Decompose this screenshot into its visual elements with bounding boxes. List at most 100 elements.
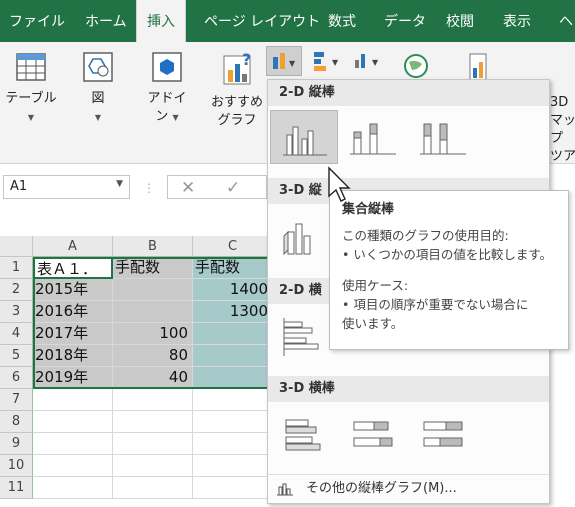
column-header-b[interactable]: B: [113, 236, 193, 257]
table-label: テーブル: [5, 91, 57, 106]
tab-page-layout[interactable]: ページ レイアウト: [204, 0, 320, 42]
name-box-value: A1: [10, 179, 28, 194]
hierarchy-chart-button[interactable]: ▼: [310, 46, 346, 76]
row-header-7[interactable]: 7: [0, 389, 33, 411]
enter-icon[interactable]: ✓: [226, 178, 240, 198]
cell-a6[interactable]: 2019年: [33, 367, 113, 389]
cell-a4[interactable]: 2017年: [33, 323, 113, 345]
3d-column-icon: [283, 223, 311, 256]
addin-store-icon: [152, 52, 182, 82]
tab-formulas[interactable]: 数式: [328, 0, 356, 42]
figure-button[interactable]: 図 ▼: [78, 50, 118, 127]
name-box[interactable]: A1 ▼: [3, 175, 130, 199]
cell-a1[interactable]: 表Ａ１．: [33, 257, 113, 279]
more-column-charts-label: その他の縦棒グラフ(M)...: [306, 481, 457, 496]
cell-c3[interactable]: 1300: [193, 301, 273, 323]
formula-bar-grip[interactable]: ⋮: [143, 181, 156, 195]
cell-a5[interactable]: 2018年: [33, 345, 113, 367]
tab-review[interactable]: 校閲: [446, 0, 474, 42]
svg-text:▼: ▼: [332, 58, 339, 67]
svg-text:▼: ▼: [289, 59, 296, 68]
row-header-3[interactable]: 3: [0, 301, 33, 323]
empty-cells-grid[interactable]: [33, 389, 267, 499]
3d-map-label-1: 3D: [550, 95, 569, 110]
chevron-down-icon[interactable]: ▼: [116, 179, 123, 189]
recommended-charts-button[interactable]: ? おすすめ グラフ: [207, 50, 267, 130]
row-header-5[interactable]: 5: [0, 345, 33, 367]
cell-c6[interactable]: [193, 367, 273, 389]
section-3d-bar: 3-D 横棒: [268, 376, 549, 402]
tooltip-purpose-heading: この種類のグラフの使用目的:: [342, 228, 509, 243]
column-chart-small-icon: [277, 483, 293, 496]
100-stacked-column-icon: [420, 123, 466, 155]
row-header-6[interactable]: 6: [0, 367, 33, 389]
row-header-11[interactable]: 11: [0, 477, 33, 499]
tab-insert[interactable]: 挿入: [136, 0, 186, 42]
cancel-icon[interactable]: ✕: [181, 178, 195, 198]
cell-b4[interactable]: 100: [113, 323, 193, 345]
addins-button[interactable]: アドイ ン ▼: [142, 50, 192, 127]
ribbon-tab-bar: ファイル ホーム 挿入 ページ レイアウト 数式 データ 校閲 表示 ヘ: [0, 0, 575, 42]
svg-text:?: ?: [242, 50, 251, 69]
cell-b6[interactable]: 40: [113, 367, 193, 389]
3d-clustered-bar-icon: [285, 419, 321, 451]
stacked-column-option[interactable]: [340, 110, 408, 164]
figure-label: 図: [91, 91, 105, 106]
cell-b5[interactable]: 80: [113, 345, 193, 367]
more-column-charts-link[interactable]: その他の縦棒グラフ(M)...: [268, 474, 549, 502]
column-header-a[interactable]: A: [33, 236, 113, 257]
addins-label-2: ン: [155, 109, 169, 124]
scatter-chart-button[interactable]: ▼: [350, 46, 386, 76]
tab-home[interactable]: ホーム: [85, 0, 127, 42]
globe-icon: [404, 54, 428, 78]
tooltip-title: 集合縦棒: [342, 202, 395, 217]
cell-c2[interactable]: 1400: [193, 279, 273, 301]
100-stacked-column-option[interactable]: [410, 110, 478, 164]
row-header-4[interactable]: 4: [0, 323, 33, 345]
tab-file[interactable]: ファイル: [9, 0, 65, 42]
column-chart-button[interactable]: ▼: [266, 46, 302, 76]
row-header-2[interactable]: 2: [0, 279, 33, 301]
scatter-chart-icon: ▼: [355, 54, 379, 68]
row-header-8[interactable]: 8: [0, 411, 33, 433]
tab-data[interactable]: データ: [384, 0, 426, 42]
mouse-pointer-icon: [328, 166, 351, 202]
3d-clustered-column-option[interactable]: [270, 210, 338, 264]
cell-c5[interactable]: [193, 345, 273, 367]
svg-text:▼: ▼: [372, 58, 379, 67]
3d-clustered-bar-option[interactable]: [270, 408, 338, 462]
tab-help[interactable]: ヘ: [559, 0, 573, 42]
row-header-9[interactable]: 9: [0, 433, 33, 455]
clustered-bar-icon: [283, 318, 319, 356]
tooltip-usecase-item-2: 使います。: [342, 316, 404, 331]
cell-c1[interactable]: 手配数: [193, 257, 273, 279]
select-all-corner[interactable]: [0, 236, 33, 257]
3d-stacked-bar-option[interactable]: [340, 408, 408, 462]
chart-type-tooltip: 集合縦棒 この種類のグラフの使用目的: • いくつかの項目の値を比較します。 使…: [329, 190, 569, 350]
cell-b1[interactable]: 手配数: [113, 257, 193, 279]
cell-a3[interactable]: 2016年: [33, 301, 113, 323]
3d-100-stacked-bar-option[interactable]: [410, 408, 478, 462]
chevron-down-icon: ▼: [172, 113, 179, 122]
3d-map-label-2: マップ: [550, 113, 575, 146]
cell-c4[interactable]: [193, 323, 273, 345]
clustered-column-option[interactable]: [270, 110, 338, 164]
table-button[interactable]: テーブル ▼: [4, 50, 58, 127]
tab-view[interactable]: 表示: [503, 0, 531, 42]
tooltip-purpose-item: • いくつかの項目の値を比較します。: [342, 247, 553, 262]
shapes-icon: [83, 52, 113, 82]
row-header-10[interactable]: 10: [0, 455, 33, 477]
column-header-c[interactable]: C: [193, 236, 273, 257]
3d-stacked-bar-icon: [353, 421, 393, 447]
clustered-bar-option[interactable]: [270, 310, 338, 364]
row-header-1[interactable]: 1: [0, 257, 33, 279]
cell-b3[interactable]: [113, 301, 193, 323]
cell-b2[interactable]: [113, 279, 193, 301]
recommended-label-2: グラフ: [217, 113, 257, 128]
addins-label-1: アドイ: [147, 91, 187, 106]
cell-a2[interactable]: 2015年: [33, 279, 113, 301]
clustered-column-icon: [283, 126, 327, 156]
3d-100-stacked-bar-icon: [423, 421, 463, 447]
chevron-down-icon: ▼: [94, 113, 102, 122]
stacked-column-icon: [350, 123, 396, 155]
